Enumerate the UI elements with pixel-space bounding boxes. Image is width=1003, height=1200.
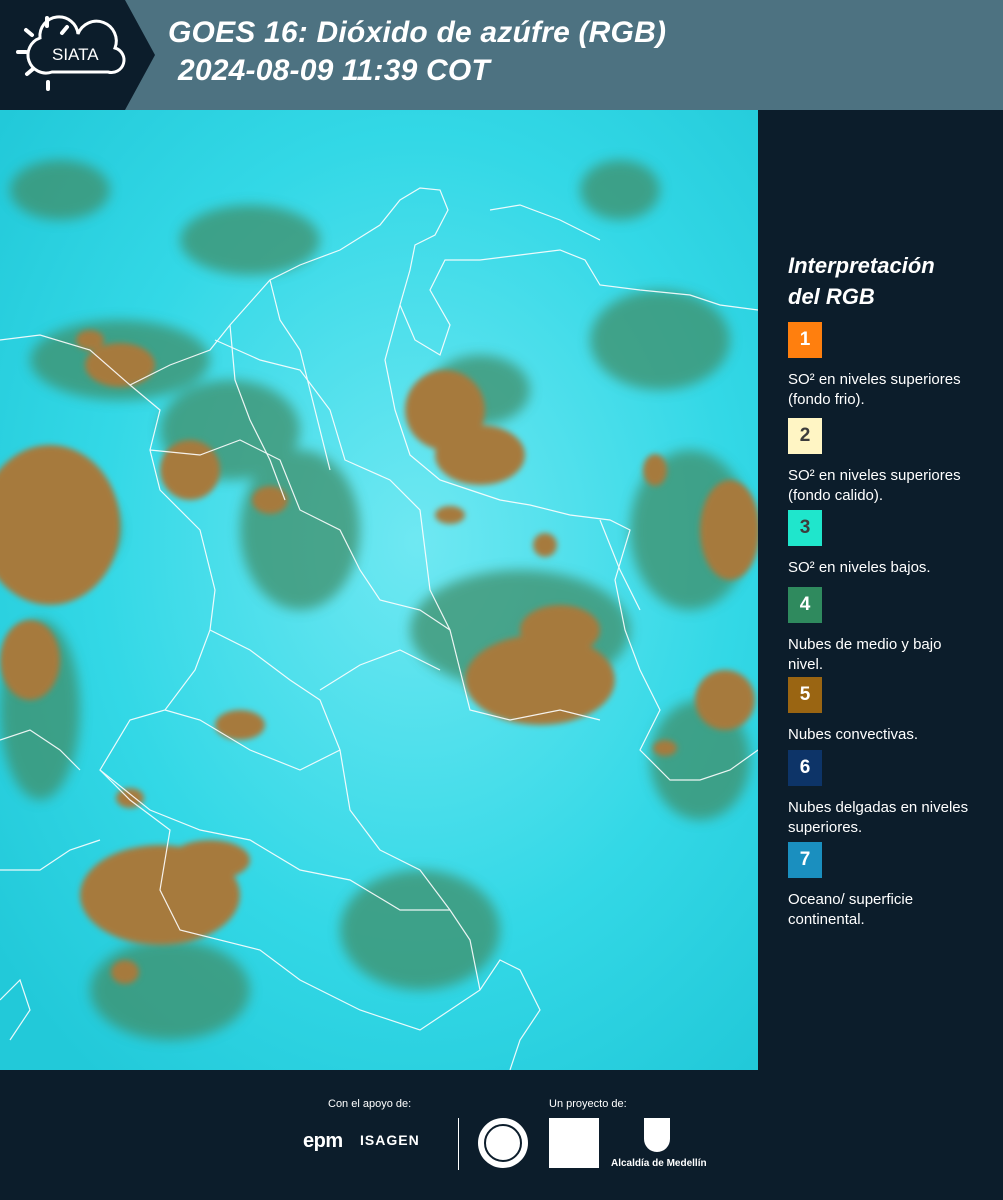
legend-panel: Interpretación del RGB 1 SO² en niveles … [758, 110, 1003, 1070]
siata-logo-text: SIATA [52, 45, 99, 64]
university-seal-logo [478, 1118, 528, 1168]
area-metropolitana-logo [549, 1118, 599, 1168]
legend-swatch-5: 5 [788, 677, 822, 713]
legend-item-7: 7 Oceano/ superficie continental. [788, 842, 973, 930]
alcaldia-crest-icon [644, 1118, 670, 1152]
header-bar: SIATA GOES 16: Dióxido de azúfre (RGB) 2… [0, 0, 1003, 110]
legend-title-line1: Interpretación [788, 253, 935, 278]
title-timestamp: 2024-08-09 11:39 COT [178, 54, 490, 87]
legend-label-4: Nubes de medio y bajo nivel. [788, 636, 942, 673]
alcaldia-logo-text: Alcaldía de Medellín [611, 1158, 707, 1169]
footer-sponsors: Con el apoyo de: Un proyecto de: epm ISA… [0, 1070, 1003, 1200]
legend-item-2: 2 SO² en niveles superiores (fondo calid… [788, 418, 973, 506]
isagen-logo: ISAGEN [360, 1132, 420, 1148]
legend-item-1: 1 SO² en niveles superiores (fondo frio)… [788, 322, 973, 410]
legend-swatch-4: 4 [788, 587, 822, 623]
legend-label-5: Nubes convectivas. [788, 726, 919, 743]
legend-item-5: 5 Nubes convectivas. [788, 677, 973, 745]
legend-item-6: 6 Nubes delgadas en niveles superiores. [788, 750, 973, 838]
legend-label-6: Nubes delgadas en niveles superiores. [788, 799, 969, 836]
legend-swatch-3: 3 [788, 510, 822, 546]
legend-swatch-1: 1 [788, 322, 822, 358]
legend-item-4: 4 Nubes de medio y bajo nivel. [788, 587, 973, 675]
satellite-rgb-map [0, 110, 758, 1070]
legend-label-3: SO² en niveles bajos. [788, 559, 931, 576]
legend-title-line2: del RGB [788, 284, 875, 309]
legend-label-7: Oceano/ superficie continental. [788, 891, 914, 928]
legend-swatch-6: 6 [788, 750, 822, 786]
legend-label-1: SO² en niveles superiores (fondo frio). [788, 371, 961, 408]
legend-swatch-2: 2 [788, 418, 822, 454]
legend-label-2: SO² en niveles superiores (fondo calido)… [788, 467, 961, 504]
legend-title: Interpretación del RGB [788, 250, 935, 312]
satellite-image [0, 110, 758, 1070]
epm-logo: epm [303, 1130, 343, 1152]
legend-item-3: 3 SO² en niveles bajos. [788, 510, 973, 578]
legend-swatch-7: 7 [788, 842, 822, 878]
page-title: GOES 16: Dióxido de azúfre (RGB) 2024-08… [168, 14, 666, 90]
siata-logo: SIATA [0, 0, 155, 110]
footer-divider [458, 1118, 459, 1170]
title-product: GOES 16: Dióxido de azúfre (RGB) [168, 16, 667, 49]
support-label: Con el apoyo de: [328, 1098, 412, 1110]
project-label: Un proyecto de: [549, 1098, 627, 1110]
